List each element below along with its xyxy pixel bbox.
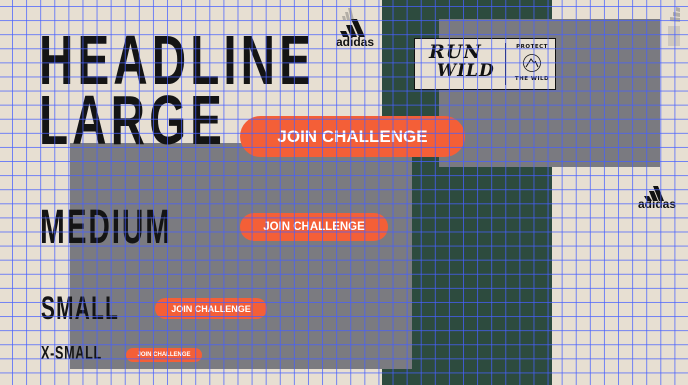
adidas-rotated-ghost-logo <box>664 4 684 48</box>
adidas-logo-secondary: adidas <box>634 181 680 211</box>
join-challenge-button-large[interactable]: JOIN CHALLENGE <box>240 116 465 157</box>
gray-placeholder-block-left <box>70 143 412 369</box>
join-challenge-button-medium[interactable]: JOIN CHALLENGE <box>240 213 388 241</box>
seal-top-text: PROTECT <box>516 44 548 50</box>
badge-wild-text: WILD <box>437 61 495 81</box>
adidas-wordmark: adidas <box>335 35 374 49</box>
badge-run-text: RUN <box>429 41 482 63</box>
run-wild-badge: RUN WILD PROTECT THE WILD <box>414 38 556 90</box>
adidas-ghost-logo <box>340 4 360 20</box>
badge-divider <box>505 43 506 85</box>
headline-medium: MEDIUM <box>40 201 172 254</box>
join-challenge-button-small[interactable]: JOIN CHALLENGE <box>155 298 267 319</box>
mountain-icon <box>523 54 541 72</box>
headline-xsmall: X-SMALL <box>41 343 102 363</box>
adidas-three-bars-icon <box>342 8 354 20</box>
ad-layout-canvas: HEADLINE LARGE MEDIUM SMALL X-SMALL JOIN… <box>0 0 688 385</box>
join-challenge-button-xsmall[interactable]: JOIN CHALLENGE <box>126 348 202 362</box>
adidas-wordmark: adidas <box>637 197 676 211</box>
seal-bottom-text: THE WILD <box>514 76 550 82</box>
headline-small: SMALL <box>41 290 120 326</box>
adidas-three-bars-icon <box>668 7 680 46</box>
